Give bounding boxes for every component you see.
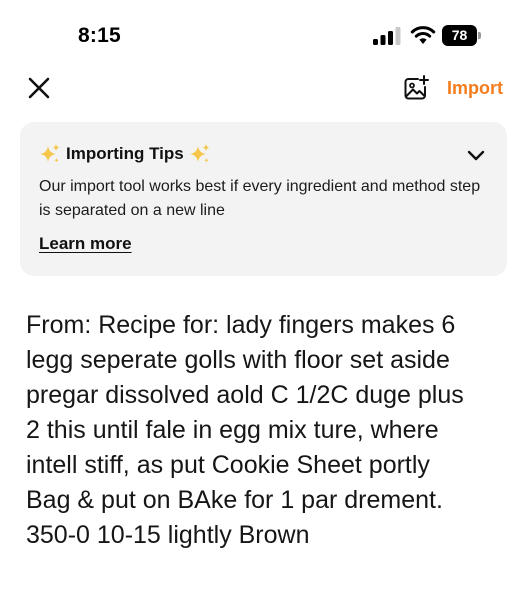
tips-body: Our import tool works best if every ingr… [39, 178, 481, 219]
import-button[interactable]: Import [447, 78, 503, 99]
sparkles-icon [40, 144, 60, 163]
battery-level: 78 [451, 27, 468, 43]
close-icon[interactable] [25, 74, 53, 102]
tips-title: Importing Tips [66, 144, 184, 163]
wifi-icon [410, 26, 436, 44]
cellular-signal-icon [373, 27, 401, 45]
tips-header: Importing Tips [39, 143, 211, 165]
status-bar: 8:15 78 [0, 0, 527, 72]
sparkles-icon [189, 144, 210, 163]
add-photo-icon[interactable] [402, 74, 430, 102]
battery-indicator: 78 [442, 25, 482, 46]
recipe-text-input[interactable]: From: Recipe for: lady fingers makes 6 l… [26, 308, 506, 553]
learn-more-link[interactable]: Learn more [39, 234, 132, 254]
chevron-down-icon[interactable] [465, 144, 487, 166]
battery-cap [478, 32, 481, 39]
importing-tips-card: Importing Tips Our import tool works bes… [20, 122, 507, 276]
status-time: 8:15 [78, 24, 121, 47]
